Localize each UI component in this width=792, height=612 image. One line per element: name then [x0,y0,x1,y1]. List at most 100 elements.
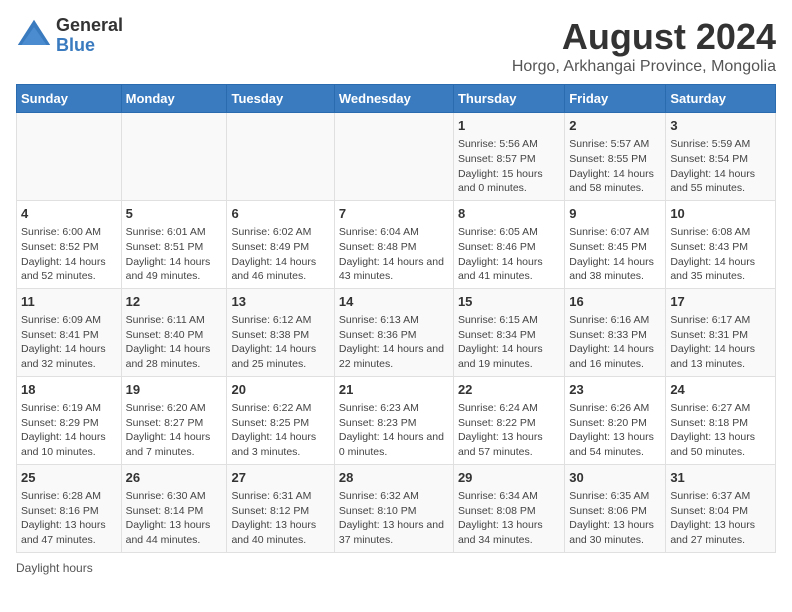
calendar-cell: 27 Sunrise: 6:31 AM Sunset: 8:12 PM Dayli… [227,464,334,552]
calendar-cell: 16 Sunrise: 6:16 AM Sunset: 8:33 PM Dayli… [565,288,666,376]
day-info: Sunrise: 6:12 AM Sunset: 8:38 PM Dayligh… [231,313,329,372]
calendar-cell: 13 Sunrise: 6:12 AM Sunset: 8:38 PM Dayli… [227,288,334,376]
calendar-cell: 3Sunrise: 5:59 AM Sunset: 8:54 PM Daylig… [666,113,776,201]
calendar-cell: 23 Sunrise: 6:26 AM Sunset: 8:20 PM Dayli… [565,376,666,464]
day-info: Sunrise: 6:24 AM Sunset: 8:22 PM Dayligh… [458,401,560,460]
day-info: Sunrise: 6:35 AM Sunset: 8:06 PM Dayligh… [569,489,661,548]
day-number: 8 [458,205,560,223]
day-number: 20 [231,381,329,399]
day-info: Sunrise: 6:05 AM Sunset: 8:46 PM Dayligh… [458,225,560,284]
calendar-cell: 28 Sunrise: 6:32 AM Sunset: 8:10 PM Dayli… [334,464,453,552]
calendar-cell: 6Sunrise: 6:02 AM Sunset: 8:49 PM Daylig… [227,200,334,288]
calendar-cell: 11 Sunrise: 6:09 AM Sunset: 8:41 PM Dayli… [17,288,122,376]
day-number: 29 [458,469,560,487]
day-number: 5 [126,205,223,223]
day-number: 2 [569,117,661,135]
calendar-cell: 5Sunrise: 6:01 AM Sunset: 8:51 PM Daylig… [121,200,227,288]
subtitle: Horgo, Arkhangai Province, Mongolia [512,58,776,76]
day-info: Sunrise: 6:32 AM Sunset: 8:10 PM Dayligh… [339,489,449,548]
logo-icon [16,18,52,54]
calendar-cell: 7Sunrise: 6:04 AM Sunset: 8:48 PM Daylig… [334,200,453,288]
day-number: 17 [670,293,771,311]
day-number: 27 [231,469,329,487]
main-title: August 2024 [512,16,776,58]
calendar-cell [17,113,122,201]
header-row: Sunday Monday Tuesday Wednesday Thursday… [17,85,776,113]
day-number: 7 [339,205,449,223]
day-number: 23 [569,381,661,399]
day-number: 15 [458,293,560,311]
day-info: Sunrise: 6:23 AM Sunset: 8:23 PM Dayligh… [339,401,449,460]
calendar-cell: 19 Sunrise: 6:20 AM Sunset: 8:27 PM Dayli… [121,376,227,464]
day-info: Sunrise: 6:20 AM Sunset: 8:27 PM Dayligh… [126,401,223,460]
calendar-cell: 21Sunrise: 6:23 AM Sunset: 8:23 PM Dayli… [334,376,453,464]
calendar-cell [334,113,453,201]
day-number: 22 [458,381,560,399]
footer: Daylight hours [16,561,776,575]
day-info: Sunrise: 6:26 AM Sunset: 8:20 PM Dayligh… [569,401,661,460]
calendar-cell: 1 Sunrise: 5:56 AM Sunset: 8:57 PM Daylig… [453,113,564,201]
day-info: Sunrise: 5:57 AM Sunset: 8:55 PM Dayligh… [569,137,661,196]
day-info: Sunrise: 6:02 AM Sunset: 8:49 PM Dayligh… [231,225,329,284]
day-number: 14 [339,293,449,311]
day-number: 26 [126,469,223,487]
header-monday: Monday [121,85,227,113]
header-tuesday: Tuesday [227,85,334,113]
calendar-cell: 25 Sunrise: 6:28 AM Sunset: 8:16 PM Dayli… [17,464,122,552]
header-thursday: Thursday [453,85,564,113]
calendar-cell: 26 Sunrise: 6:30 AM Sunset: 8:14 PM Dayli… [121,464,227,552]
calendar-table: Sunday Monday Tuesday Wednesday Thursday… [16,84,776,553]
day-info: Sunrise: 6:30 AM Sunset: 8:14 PM Dayligh… [126,489,223,548]
day-number: 28 [339,469,449,487]
day-info: Sunrise: 6:09 AM Sunset: 8:41 PM Dayligh… [21,313,117,372]
day-info: Sunrise: 6:07 AM Sunset: 8:45 PM Dayligh… [569,225,661,284]
calendar-cell: 2 Sunrise: 5:57 AM Sunset: 8:55 PM Daylig… [565,113,666,201]
day-info: Sunrise: 6:22 AM Sunset: 8:25 PM Dayligh… [231,401,329,460]
header-saturday: Saturday [666,85,776,113]
header: General Blue August 2024 Horgo, Arkhanga… [16,16,776,76]
calendar-week-3: 18Sunrise: 6:19 AM Sunset: 8:29 PM Dayli… [17,376,776,464]
day-number: 25 [21,469,117,487]
day-number: 1 [458,117,560,135]
day-info: Sunrise: 6:13 AM Sunset: 8:36 PM Dayligh… [339,313,449,372]
day-info: Sunrise: 6:16 AM Sunset: 8:33 PM Dayligh… [569,313,661,372]
day-number: 4 [21,205,117,223]
header-friday: Friday [565,85,666,113]
day-info: Sunrise: 6:28 AM Sunset: 8:16 PM Dayligh… [21,489,117,548]
day-info: Sunrise: 6:00 AM Sunset: 8:52 PM Dayligh… [21,225,117,284]
calendar-cell: 31 Sunrise: 6:37 AM Sunset: 8:04 PM Dayli… [666,464,776,552]
header-wednesday: Wednesday [334,85,453,113]
calendar-cell: 15 Sunrise: 6:15 AM Sunset: 8:34 PM Dayli… [453,288,564,376]
calendar-cell: 14 Sunrise: 6:13 AM Sunset: 8:36 PM Dayli… [334,288,453,376]
day-number: 19 [126,381,223,399]
logo-blue: Blue [56,36,123,56]
day-info: Sunrise: 6:31 AM Sunset: 8:12 PM Dayligh… [231,489,329,548]
calendar-cell [227,113,334,201]
calendar-cell [121,113,227,201]
calendar-cell: 22 Sunrise: 6:24 AM Sunset: 8:22 PM Dayli… [453,376,564,464]
day-info: Sunrise: 6:11 AM Sunset: 8:40 PM Dayligh… [126,313,223,372]
logo: General Blue [16,16,123,56]
day-number: 16 [569,293,661,311]
calendar-week-4: 25 Sunrise: 6:28 AM Sunset: 8:16 PM Dayli… [17,464,776,552]
day-info: Sunrise: 6:37 AM Sunset: 8:04 PM Dayligh… [670,489,771,548]
day-number: 12 [126,293,223,311]
calendar-cell: 30Sunrise: 6:35 AM Sunset: 8:06 PM Dayli… [565,464,666,552]
calendar-week-1: 4 Sunrise: 6:00 AM Sunset: 8:52 PM Daylig… [17,200,776,288]
calendar-cell: 17 Sunrise: 6:17 AM Sunset: 8:31 PM Dayli… [666,288,776,376]
day-info: Sunrise: 5:56 AM Sunset: 8:57 PM Dayligh… [458,137,560,196]
day-number: 11 [21,293,117,311]
calendar-body: 1 Sunrise: 5:56 AM Sunset: 8:57 PM Daylig… [17,113,776,553]
day-number: 31 [670,469,771,487]
calendar-cell: 8 Sunrise: 6:05 AM Sunset: 8:46 PM Daylig… [453,200,564,288]
calendar-cell: 4 Sunrise: 6:00 AM Sunset: 8:52 PM Daylig… [17,200,122,288]
day-info: Sunrise: 6:17 AM Sunset: 8:31 PM Dayligh… [670,313,771,372]
day-info: Sunrise: 5:59 AM Sunset: 8:54 PM Dayligh… [670,137,771,196]
day-info: Sunrise: 6:27 AM Sunset: 8:18 PM Dayligh… [670,401,771,460]
day-number: 13 [231,293,329,311]
day-number: 10 [670,205,771,223]
day-info: Sunrise: 6:15 AM Sunset: 8:34 PM Dayligh… [458,313,560,372]
calendar-week-2: 11 Sunrise: 6:09 AM Sunset: 8:41 PM Dayli… [17,288,776,376]
logo-general: General [56,16,123,36]
calendar-cell: 10Sunrise: 6:08 AM Sunset: 8:43 PM Dayli… [666,200,776,288]
